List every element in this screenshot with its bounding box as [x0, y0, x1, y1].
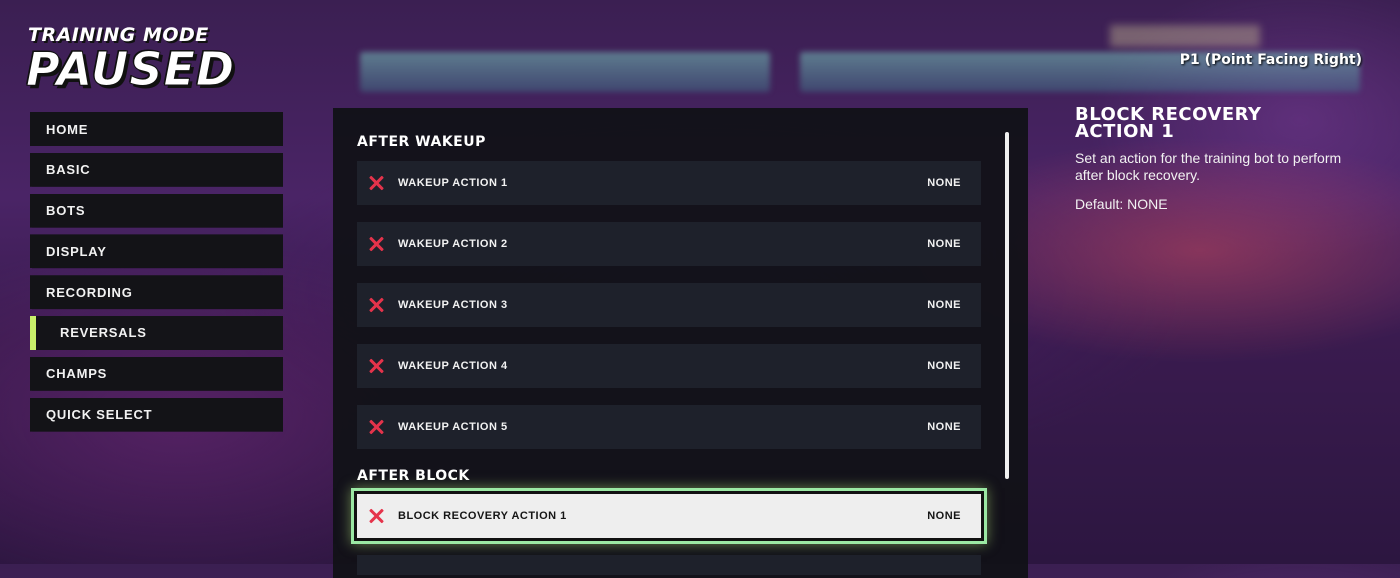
- setting-value: NONE: [927, 360, 961, 372]
- setting-value: NONE: [927, 510, 961, 522]
- setting-value: NONE: [927, 299, 961, 311]
- nav-item-label: RECORDING: [46, 284, 133, 300]
- panel-scrollbar[interactable]: [1005, 132, 1009, 479]
- setting-row-next[interactable]: [357, 555, 981, 575]
- description-default-value: Default: NONE: [1075, 196, 1168, 212]
- section-title-after-wakeup: AFTER WAKEUP: [357, 134, 486, 150]
- nav-item-label: DISPLAY: [46, 243, 107, 259]
- nav-item-label: QUICK SELECT: [46, 407, 153, 423]
- setting-label: WAKEUP ACTION 3: [398, 299, 508, 311]
- nav-item-label: REVERSALS: [60, 325, 147, 341]
- x-icon: [368, 419, 384, 435]
- setting-value: NONE: [927, 238, 961, 250]
- setting-description: BLOCK RECOVERY ACTION 1 Set an action fo…: [1075, 106, 1375, 213]
- section-title-after-block: AFTER BLOCK: [357, 468, 470, 484]
- nav-item-label: HOME: [46, 121, 89, 137]
- setting-label: WAKEUP ACTION 5: [398, 421, 508, 433]
- x-icon: [368, 236, 384, 252]
- background-glow: [1110, 25, 1260, 47]
- nav-item-label: BASIC: [46, 162, 91, 178]
- x-icon: [368, 508, 384, 524]
- x-icon: [368, 175, 384, 191]
- setting-label: WAKEUP ACTION 1: [398, 177, 508, 189]
- training-menu-nav: HOME BASIC BOTS DISPLAY RECORDING REVERS…: [30, 112, 283, 438]
- setting-label: WAKEUP ACTION 2: [398, 238, 508, 250]
- description-body: Set an action for the training bot to pe…: [1075, 150, 1342, 183]
- x-icon: [368, 358, 384, 374]
- setting-row-wakeup-action-1[interactable]: WAKEUP ACTION 1 NONE: [357, 161, 981, 205]
- setting-row-block-recovery-action-1[interactable]: BLOCK RECOVERY ACTION 1 NONE: [354, 491, 984, 541]
- setting-row-wakeup-action-3[interactable]: WAKEUP ACTION 3 NONE: [357, 283, 981, 327]
- nav-item-reversals[interactable]: REVERSALS: [30, 315, 283, 350]
- setting-label: WAKEUP ACTION 4: [398, 360, 508, 372]
- setting-row-wakeup-action-5[interactable]: WAKEUP ACTION 5 NONE: [357, 405, 981, 449]
- pause-title: PAUSED: [25, 42, 236, 97]
- nav-item-quick-select[interactable]: QUICK SELECT: [30, 397, 283, 432]
- nav-item-label: CHAMPS: [46, 366, 108, 382]
- nav-item-label: BOTS: [46, 203, 86, 219]
- player-facing-label: P1 (Point Facing Right): [1179, 52, 1362, 68]
- description-title: BLOCK RECOVERY ACTION 1: [1075, 106, 1375, 142]
- reversals-settings-panel: AFTER WAKEUP WAKEUP ACTION 1 NONE WAKEUP…: [333, 108, 1028, 578]
- description-title-line-2: ACTION 1: [1075, 121, 1175, 142]
- nav-item-home[interactable]: HOME: [30, 112, 283, 146]
- setting-value: NONE: [927, 421, 961, 433]
- background-health-bar-left: [360, 52, 770, 92]
- setting-value: NONE: [927, 177, 961, 189]
- setting-label: BLOCK RECOVERY ACTION 1: [398, 510, 567, 522]
- nav-item-bots[interactable]: BOTS: [30, 193, 283, 228]
- nav-item-recording[interactable]: RECORDING: [30, 275, 283, 310]
- setting-row-wakeup-action-4[interactable]: WAKEUP ACTION 4 NONE: [357, 344, 981, 388]
- nav-item-basic[interactable]: BASIC: [30, 152, 283, 187]
- nav-item-champs[interactable]: CHAMPS: [30, 356, 283, 391]
- setting-row-wakeup-action-2[interactable]: WAKEUP ACTION 2 NONE: [357, 222, 981, 266]
- nav-item-display[interactable]: DISPLAY: [30, 234, 283, 269]
- x-icon: [368, 297, 384, 313]
